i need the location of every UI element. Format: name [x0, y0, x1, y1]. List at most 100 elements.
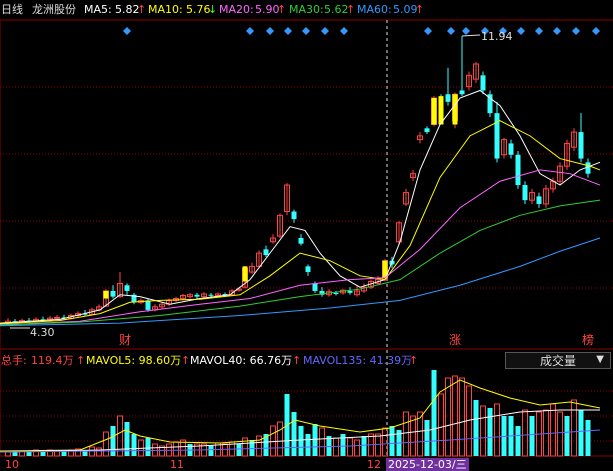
signal-diamond [553, 27, 561, 35]
candle-body-down [480, 75, 486, 91]
candle-body-limit-up [242, 266, 248, 282]
mavol135-text: MAVOL135: 41.39万 [303, 354, 413, 367]
candle-body-down [312, 283, 318, 291]
volume-bar-up [96, 447, 102, 457]
marker-bang[interactable]: 榜 [582, 334, 594, 347]
candle-body-down [522, 185, 528, 201]
candle-body-down [347, 290, 353, 293]
volume-bar-up [117, 415, 123, 457]
chevron-down-icon: ▼ [596, 354, 604, 365]
volume-bar-up [480, 405, 486, 457]
candle-body-down [459, 90, 465, 95]
candle-body-down [124, 285, 130, 291]
volume-bar-down [361, 436, 367, 456]
volume-bar-down [473, 400, 479, 456]
signal-diamond [266, 27, 274, 35]
x-axis-label-12: 12 [367, 458, 381, 471]
candle-body-down [194, 294, 200, 297]
volume-bar-up [375, 433, 381, 457]
volume-bar-up [550, 403, 556, 457]
x-axis-label-10: 10 [5, 458, 19, 471]
candle-body-down [291, 211, 297, 220]
volume-bar-down [312, 424, 318, 456]
volume-bar-down [431, 370, 437, 456]
volume-bar-up [522, 409, 528, 457]
signal-diamond [517, 27, 525, 35]
signal-diamond [246, 27, 254, 35]
indicator-select-value: 成交量 [540, 354, 577, 368]
ma20-line [0, 169, 601, 326]
price-and-volume-chart[interactable] [0, 0, 613, 471]
mavol5-arrow: ↑ [181, 354, 191, 367]
volume-bar-down [487, 408, 493, 456]
candle-body-down [445, 94, 451, 102]
candle-body-up [54, 316, 60, 319]
volume-bar-down [145, 438, 151, 456]
cursor-date-badge: 2025-12-03/三 [386, 458, 469, 471]
marker-cai[interactable]: 财 [119, 334, 131, 347]
signal-diamond [572, 27, 580, 35]
signal-diamond [321, 27, 329, 35]
signal-diamond [447, 27, 455, 35]
volume-bar-up [459, 377, 465, 457]
x-axis-label-11: 11 [170, 458, 184, 471]
volume-bar-down [305, 434, 311, 456]
high-price-label: 11.94 [481, 30, 513, 43]
volume-bar-up [354, 439, 360, 457]
signal-diamond [592, 27, 600, 35]
volume-bar-up [277, 421, 283, 457]
volume-bar-down [585, 420, 591, 456]
candle-body-down [110, 290, 116, 297]
candle-body-down [298, 237, 304, 244]
candle-body-down [208, 294, 214, 296]
volume-bar-up [319, 427, 325, 457]
candle-body-down [508, 143, 514, 155]
volume-total-label: 总手: [1, 354, 27, 367]
volume-bar-up [438, 393, 444, 457]
volume-bar-down [564, 416, 570, 456]
candle-body-down [333, 292, 339, 294]
volume-bar-down [110, 426, 116, 456]
volume-bar-down [578, 410, 584, 456]
stock-chart-window: 日线 龙洲股份 MA5: 5.82 ↑ MA10: 5.76 ↓ MA20: 5… [0, 0, 613, 471]
volume-bar-up [494, 403, 500, 457]
volume-bar-down [236, 444, 242, 456]
volume-bar-down [515, 426, 521, 456]
signal-diamond [462, 27, 470, 35]
volume-bar-up [222, 443, 228, 457]
signal-diamond [302, 27, 310, 35]
candle-body-down [536, 196, 542, 204]
volume-bar-down [291, 412, 297, 456]
volume-total-value: 119.4万 [31, 354, 74, 367]
candle-body-down [494, 113, 500, 159]
volume-bar-down [208, 445, 214, 456]
candle-body-limit-up [103, 290, 109, 299]
ma30-line [0, 199, 601, 326]
candle-body-down [424, 128, 430, 133]
signal-diamond [424, 27, 432, 35]
volume-bar-up [445, 377, 451, 457]
candle-body-down [578, 132, 584, 159]
low-price-label: 4.30 [30, 326, 55, 339]
volume-bar-up [5, 451, 11, 457]
candle-body-limit-up [431, 98, 437, 125]
mavol5-text: MAVOL5: 98.60万 [86, 354, 182, 367]
marker-zhang[interactable]: 涨 [449, 334, 461, 347]
volume-bar-down [26, 452, 32, 456]
indicator-select-dropdown[interactable]: 成交量 ▼ [505, 352, 611, 369]
signal-diamond [340, 27, 348, 35]
volume-bar-down [389, 426, 395, 456]
signal-diamond [123, 27, 131, 35]
volume-bar-down [131, 434, 137, 456]
candle-body-down [515, 154, 521, 186]
mavol135-arrow: ↑ [409, 354, 419, 367]
volume-bar-up [403, 411, 409, 457]
candle-body-down [263, 249, 269, 256]
volume-total-arrow: ↑ [76, 354, 86, 367]
volume-bar-up [571, 399, 577, 457]
volume-bar-down [529, 416, 535, 456]
candle-body-limit-up [452, 94, 458, 125]
volume-bar-down [298, 426, 304, 456]
candle-body-down [305, 266, 311, 273]
high-price-pointer [461, 34, 481, 37]
